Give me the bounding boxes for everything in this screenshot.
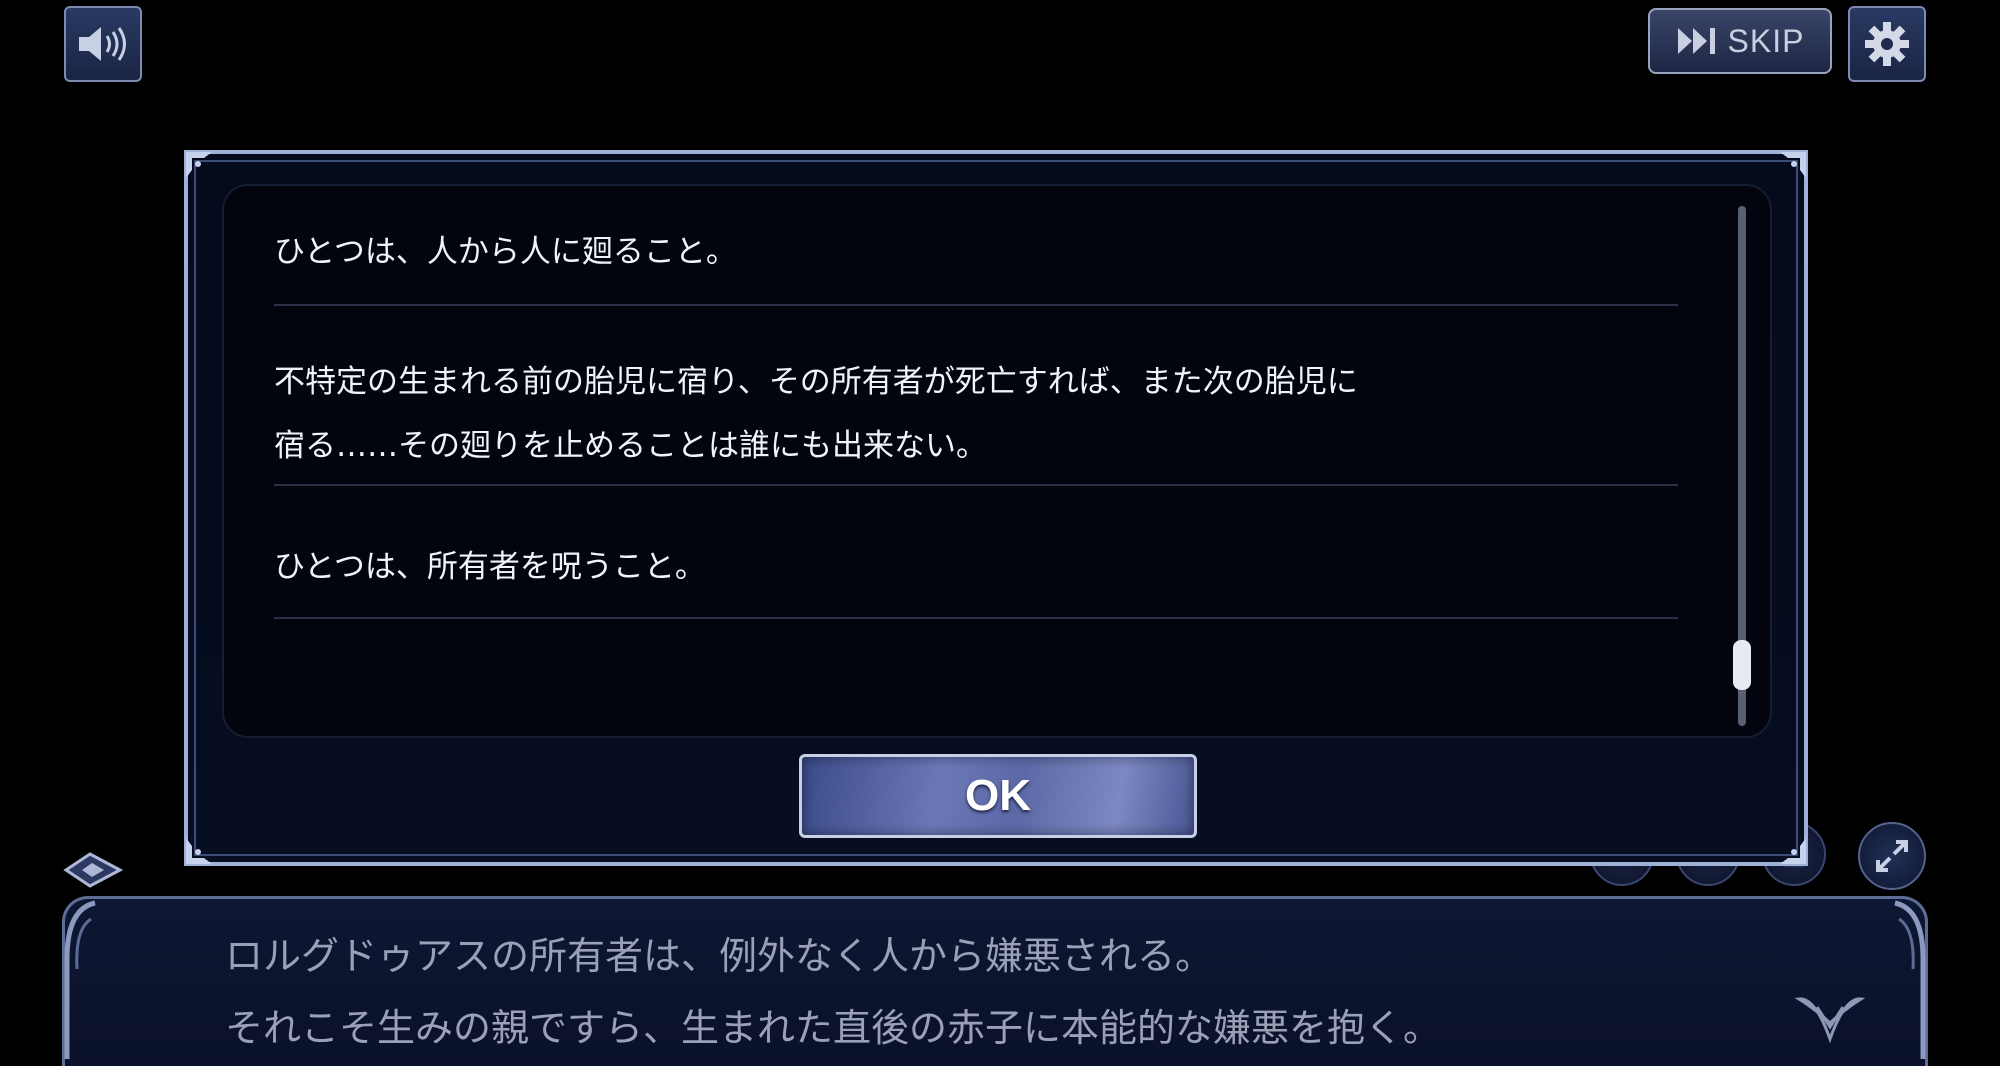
skip-button[interactable]: SKIP <box>1648 8 1832 74</box>
log-entry-text: 不特定の生まれる前の胎児に宿り、その所有者が死亡すれば、また次の胎児に <box>274 364 1358 400</box>
fullscreen-button[interactable] <box>1858 822 1926 890</box>
speaker-icon <box>79 27 126 61</box>
speaker-name-marker <box>60 850 126 894</box>
message-window-left-ornament <box>64 900 96 1059</box>
log-entry-text: 宿る……その廻りを止めることは誰にも出来ない。 <box>274 428 987 464</box>
dialog-corner-ornament <box>186 152 212 178</box>
message-line-1: ロルグドゥアスの所有者は、例外なく人から嫌悪される。 <box>225 934 1214 978</box>
skip-label: SKIP <box>1727 22 1805 59</box>
settings-button[interactable] <box>1848 6 1926 82</box>
message-line-2: それこそ生みの親ですら、生まれた直後の赤子に本能的な嫌悪を抱く。 <box>225 1006 1442 1050</box>
ok-button-label: OK <box>965 771 1031 820</box>
log-entry-text: ひとつは、所有者を呪うこと。 <box>274 549 706 585</box>
dialog-corner-ornament <box>186 838 212 864</box>
gear-icon <box>1865 22 1909 66</box>
sound-toggle-button[interactable] <box>64 6 142 82</box>
backlog-dialog: ひとつは、人から人に廻ること。 不特定の生まれる前の胎児に宿り、その所有者が死亡… <box>184 150 1808 866</box>
log-entry-text: ひとつは、人から人に廻ること。 <box>274 234 737 270</box>
next-page-emblem-icon <box>1795 997 1865 1043</box>
message-window-right-ornament <box>1894 900 1926 1059</box>
log-entry: ひとつは、人から人に廻ること。 <box>274 206 1678 306</box>
log-entry: ひとつは、所有者を呪うこと。 <box>274 521 1678 619</box>
log-scroll-panel[interactable]: ひとつは、人から人に廻ること。 不特定の生まれる前の胎児に宿り、その所有者が死亡… <box>222 184 1772 738</box>
log-entry: 不特定の生まれる前の胎児に宿り、その所有者が死亡すれば、また次の胎児に 宿る……… <box>274 336 1678 486</box>
ok-button[interactable]: OK <box>799 754 1197 838</box>
fullscreen-icon <box>1876 840 1908 872</box>
scrollbar-thumb[interactable] <box>1733 640 1751 690</box>
message-window[interactable]: ロルグドゥアスの所有者は、例外なく人から嫌悪される。 それこそ生みの親ですら、生… <box>62 896 1928 1066</box>
dialog-corner-ornament <box>1780 838 1806 864</box>
skip-forward-icon <box>1677 28 1715 54</box>
dialog-corner-ornament <box>1780 152 1806 178</box>
